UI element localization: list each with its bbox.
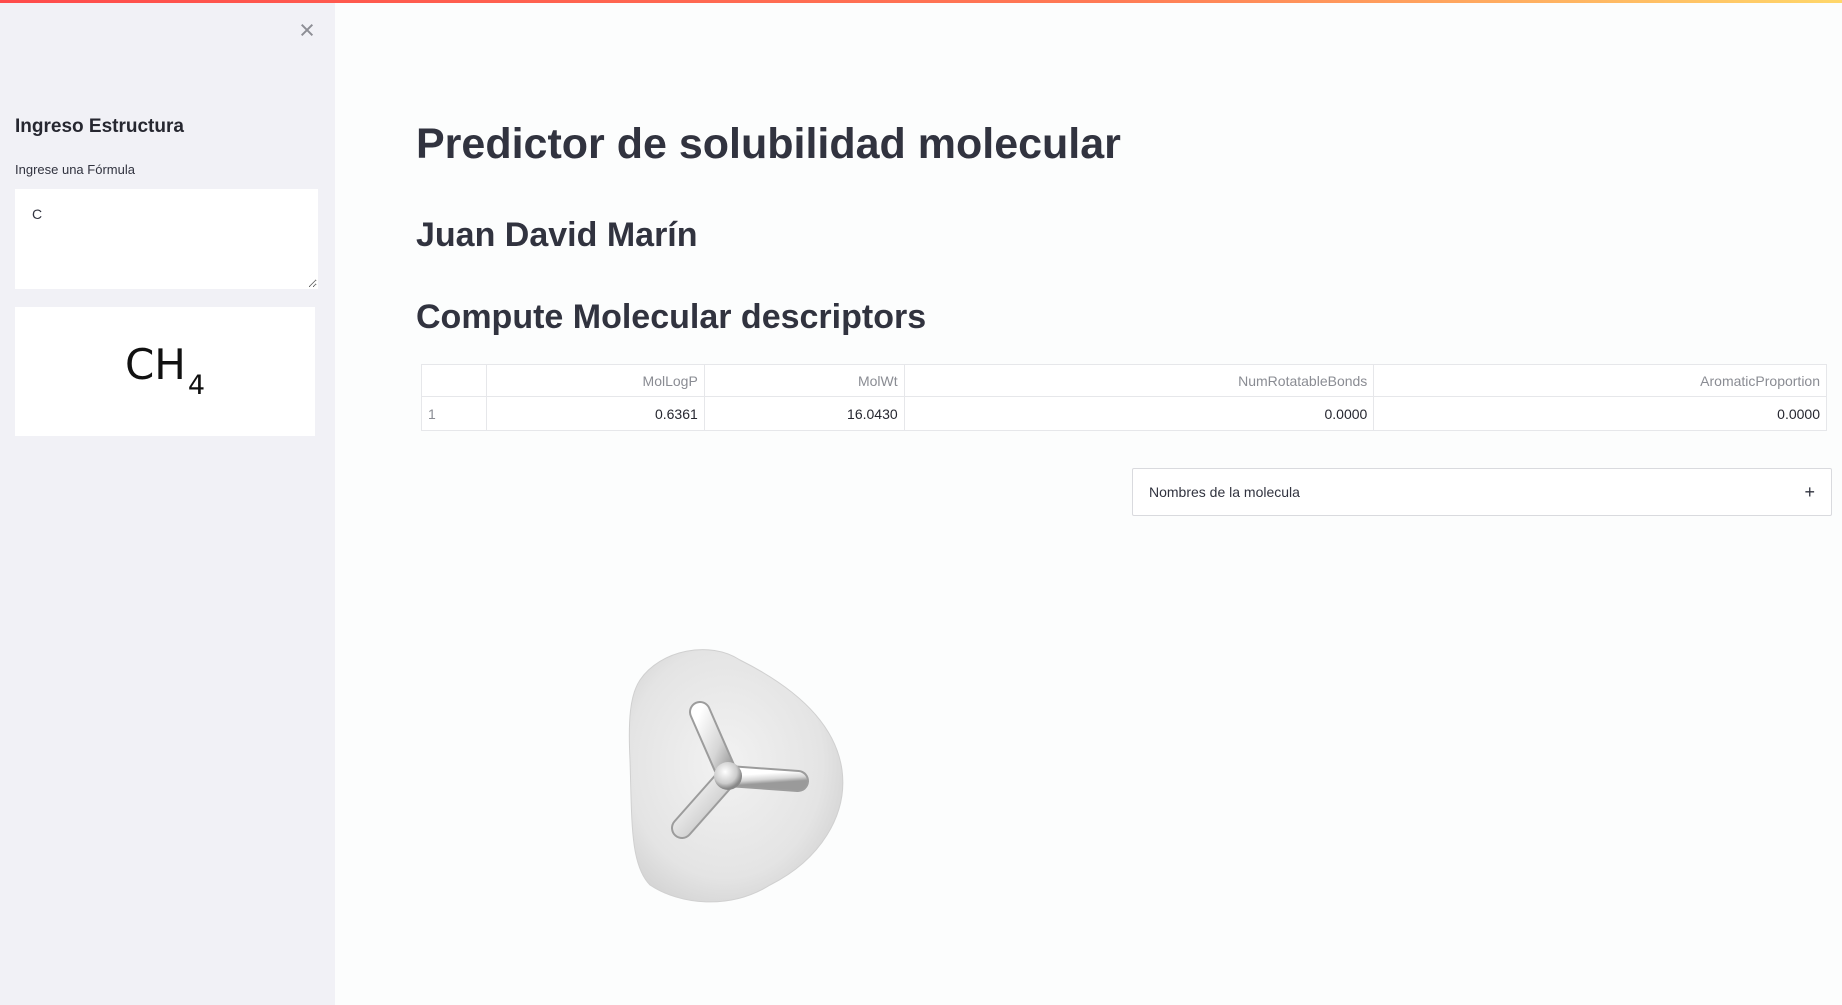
molecular-formula: CH4 [124, 339, 205, 401]
table-cell-aromaticproportion: 0.0000 [1373, 396, 1827, 431]
formula-image: CH4 [15, 307, 315, 436]
table-cell-mollogp: 0.6361 [485, 396, 705, 431]
table-row: 1 0.6361 16.0430 0.0000 0.0000 [421, 396, 1827, 431]
formula-main: CH [124, 339, 186, 389]
formula-subscript: 4 [187, 370, 206, 402]
page-title: Predictor de solubilidad molecular [416, 120, 1121, 168]
plus-icon[interactable]: + [1804, 482, 1815, 503]
column-header-aromaticproportion[interactable]: AromaticProportion [1373, 364, 1827, 397]
column-header-index[interactable] [421, 364, 487, 397]
expander-label: Nombres de la molecula [1149, 484, 1300, 500]
table-cell-molwt: 16.0430 [703, 396, 905, 431]
column-header-molwt[interactable]: MolWt [703, 364, 905, 397]
app-top-decoration [0, 0, 1842, 3]
sidebar-heading: Ingreso Estructura [15, 116, 184, 137]
column-header-numrotatablebonds[interactable]: NumRotatableBonds [903, 364, 1375, 397]
table-cell-index: 1 [421, 396, 487, 431]
carbon-atom [714, 762, 742, 790]
molecule-3d-viewer[interactable] [620, 640, 860, 910]
section-heading: Compute Molecular descriptors [416, 298, 927, 336]
close-icon[interactable]: × [294, 14, 320, 46]
table-header-row: MolLogP MolWt NumRotatableBonds Aromatic… [421, 364, 1827, 397]
table-cell-numrotatablebonds: 0.0000 [903, 396, 1375, 431]
descriptors-table: MolLogP MolWt NumRotatableBonds Aromatic… [421, 364, 1827, 431]
column-header-mollogp[interactable]: MolLogP [485, 364, 705, 397]
formula-input[interactable] [15, 189, 318, 289]
molecule-names-expander[interactable]: Nombres de la molecula + [1132, 468, 1832, 516]
sidebar: × Ingreso Estructura Ingrese una Fórmula… [0, 0, 335, 1005]
author-heading: Juan David Marín [416, 216, 698, 254]
formula-input-label: Ingrese una Fórmula [15, 162, 135, 177]
